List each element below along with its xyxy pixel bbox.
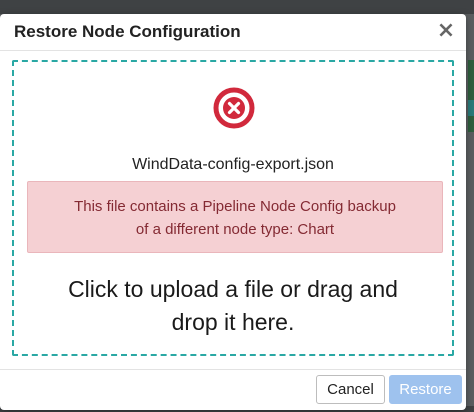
restore-button[interactable]: Restore (389, 375, 462, 404)
dialog-footer: Cancel Restore (0, 369, 466, 410)
background-panel-edge-accent (468, 100, 474, 116)
upload-prompt: Click to upload a file or drag and drop … (14, 273, 452, 339)
error-circle-x-icon (213, 87, 255, 129)
restore-config-dialog: Restore Node Configuration × WindData-co… (0, 14, 466, 410)
error-message-line-1: This file contains a Pipeline Node Confi… (74, 198, 396, 215)
dialog-header: Restore Node Configuration × (0, 14, 466, 51)
cancel-button[interactable]: Cancel (316, 375, 385, 404)
upload-prompt-line-2: drop it here. (171, 309, 295, 335)
error-alert: This file contains a Pipeline Node Confi… (27, 181, 443, 253)
uploaded-file-name: WindData-config-export.json (132, 156, 334, 173)
error-message-line-2: of a different node type: Chart (135, 221, 335, 238)
close-icon[interactable]: × (434, 18, 458, 44)
upload-prompt-line-1: Click to upload a file or drag and (68, 276, 398, 302)
dialog-title: Restore Node Configuration (14, 22, 241, 41)
file-dropzone[interactable]: WindData-config-export.json This file co… (12, 60, 454, 356)
background-panel-edge (468, 60, 474, 132)
dialog-body: WindData-config-export.json This file co… (0, 51, 466, 371)
background-top-bar (0, 0, 474, 14)
